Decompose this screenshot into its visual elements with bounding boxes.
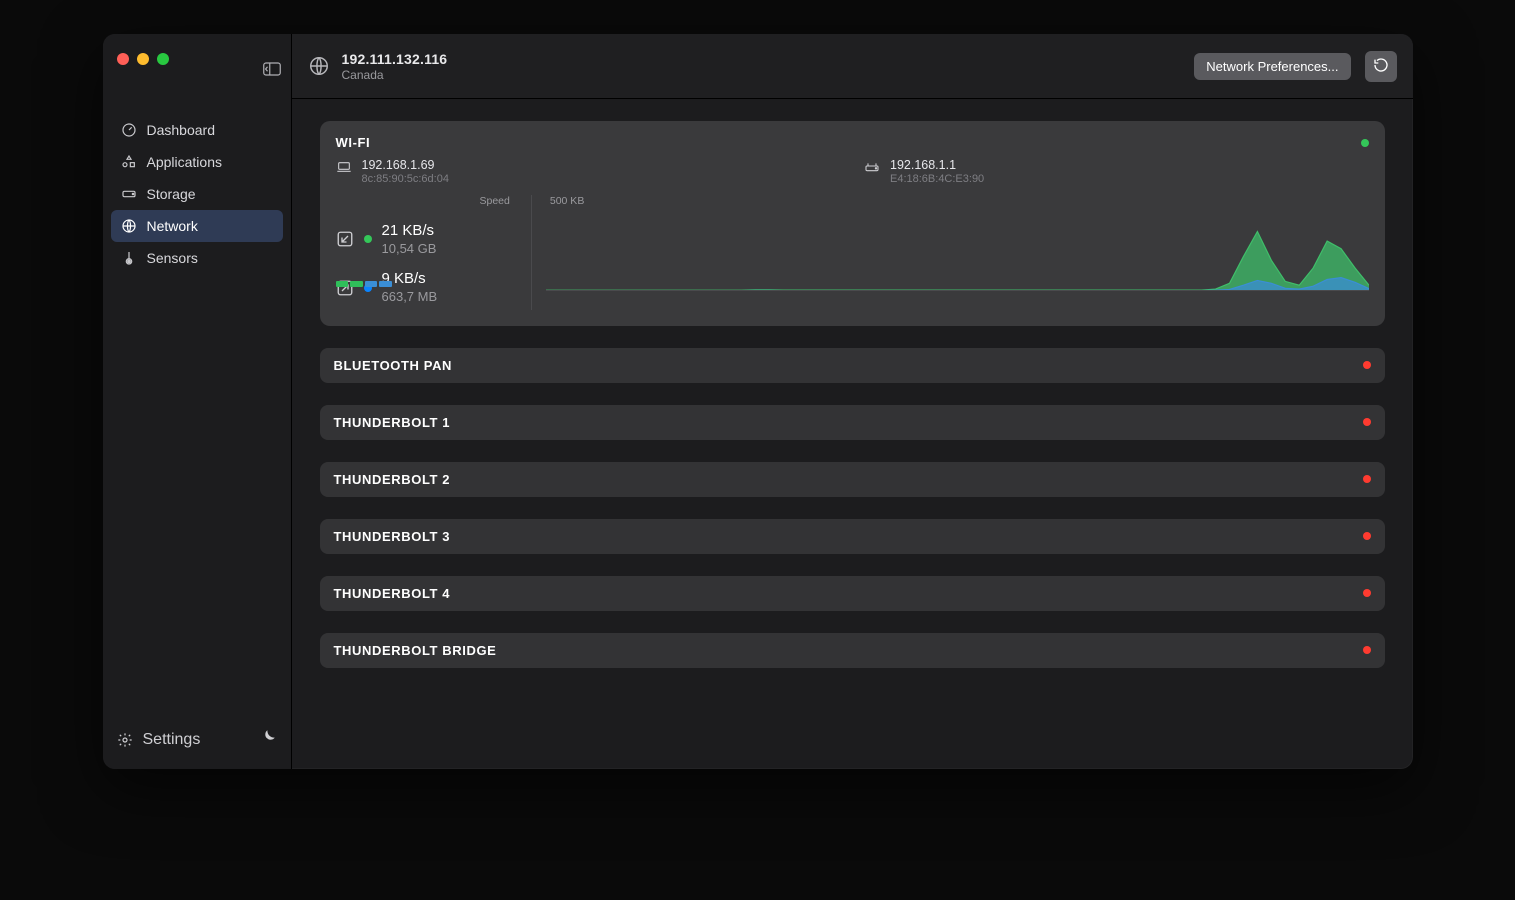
router-ip: 192.168.1.1 (890, 158, 984, 172)
sidebar-collapse-button[interactable] (263, 62, 281, 76)
wifi-router-info: 192.168.1.1 E4:18:6B:4C:E3:90 (864, 158, 1369, 185)
sidebar-item-dashboard[interactable]: Dashboard (111, 114, 283, 146)
sidebar-item-label: Applications (147, 154, 223, 170)
interface-title: THUNDERBOLT 2 (334, 472, 451, 487)
chart-area: Speed 500 KB (546, 195, 1369, 310)
public-ip: 192.111.132.116 (342, 51, 448, 67)
globe-icon (308, 55, 330, 77)
thermo-icon (121, 250, 137, 266)
content: 192.111.132.116 Canada Network Preferenc… (292, 34, 1413, 769)
download-total: 10,54 GB (382, 241, 437, 258)
sidebar-nav: Dashboard Applications Storage (103, 114, 291, 274)
window-maximize-button[interactable] (157, 53, 169, 65)
chart-legend: 21 KB/s 10,54 GB 9 KB/s (336, 195, 532, 310)
gauge-icon (121, 122, 137, 138)
interface-row[interactable]: BLUETOOTH PAN (320, 348, 1385, 383)
download-rate: 21 KB/s (382, 221, 437, 241)
sidebar-item-label: Sensors (147, 250, 198, 266)
interface-row[interactable]: THUNDERBOLT 4 (320, 576, 1385, 611)
globe-icon (121, 218, 137, 234)
status-dot-off (1363, 475, 1371, 483)
public-ip-location: Canada (342, 68, 448, 82)
device-ip: 192.168.1.69 (362, 158, 449, 172)
chart-svg (546, 195, 1369, 291)
sidebar-item-storage[interactable]: Storage (111, 178, 283, 210)
chart-baseline (546, 290, 1369, 291)
sidebar-item-label: Network (147, 218, 198, 234)
wifi-card[interactable]: WI-FI 192.168.1.69 8c:85:90:5c:6d:04 (320, 121, 1385, 326)
interface-title: THUNDERBOLT 3 (334, 529, 451, 544)
interface-list: BLUETOOTH PAN THUNDERBOLT 1 THUNDERBOLT 2 T… (320, 348, 1385, 668)
interface-title: THUNDERBOLT 4 (334, 586, 451, 601)
main: WI-FI 192.168.1.69 8c:85:90:5c:6d:04 (292, 99, 1413, 712)
device-mac: 8c:85:90:5c:6d:04 (362, 173, 449, 185)
status-dot-off (1363, 361, 1371, 369)
refresh-icon (1373, 57, 1389, 76)
sidebar-item-network[interactable]: Network (111, 210, 283, 242)
download-legend: 21 KB/s 10,54 GB (336, 217, 531, 261)
gear-icon (117, 732, 133, 748)
network-preferences-button[interactable]: Network Preferences... (1194, 53, 1350, 80)
traffic-chart: 21 KB/s 10,54 GB 9 KB/s (336, 195, 1369, 310)
theme-toggle[interactable] (259, 728, 277, 751)
router-mac: E4:18:6B:4C:E3:90 (890, 173, 984, 185)
interface-row[interactable]: THUNDERBOLT BRIDGE (320, 633, 1385, 668)
window-close-button[interactable] (117, 53, 129, 65)
interface-title: BLUETOOTH PAN (334, 358, 453, 373)
sidebar-item-label: Storage (147, 186, 196, 202)
sidebar-item-sensors[interactable]: Sensors (111, 242, 283, 274)
interface-row[interactable]: THUNDERBOLT 1 (320, 405, 1385, 440)
app-window: Dashboard Applications Storage (103, 34, 1413, 769)
interface-row[interactable]: THUNDERBOLT 2 (320, 462, 1385, 497)
sidebar: Dashboard Applications Storage (103, 34, 292, 769)
status-dot-off (1363, 532, 1371, 540)
mini-bars (336, 281, 392, 291)
upload-total: 663,7 MB (382, 289, 438, 306)
chart-speed-label: Speed (480, 195, 510, 207)
disk-icon (121, 186, 137, 202)
status-dot-off (1363, 646, 1371, 654)
wifi-device-info: 192.168.1.69 8c:85:90:5c:6d:04 (336, 158, 841, 185)
sidebar-item-label: Dashboard (147, 122, 216, 138)
sidebar-footer: Settings (103, 714, 291, 769)
status-dot-on (1361, 139, 1369, 147)
window-controls (103, 34, 183, 72)
interface-row[interactable]: THUNDERBOLT 3 (320, 519, 1385, 554)
sidebar-item-applications[interactable]: Applications (111, 146, 283, 178)
refresh-button[interactable] (1365, 51, 1397, 82)
laptop-icon (336, 160, 352, 172)
window-minimize-button[interactable] (137, 53, 149, 65)
interface-title: THUNDERBOLT 1 (334, 415, 451, 430)
interface-title: THUNDERBOLT BRIDGE (334, 643, 497, 658)
apps-icon (121, 154, 137, 170)
status-dot-off (1363, 418, 1371, 426)
settings-button[interactable]: Settings (143, 731, 201, 749)
public-ip-block: 192.111.132.116 Canada (308, 51, 448, 82)
wifi-title: WI-FI (336, 135, 371, 150)
toolbar: 192.111.132.116 Canada Network Preferenc… (292, 34, 1413, 99)
download-arrow-icon (336, 230, 354, 248)
legend-dot-green (364, 235, 372, 243)
router-icon (864, 160, 880, 172)
status-dot-off (1363, 589, 1371, 597)
